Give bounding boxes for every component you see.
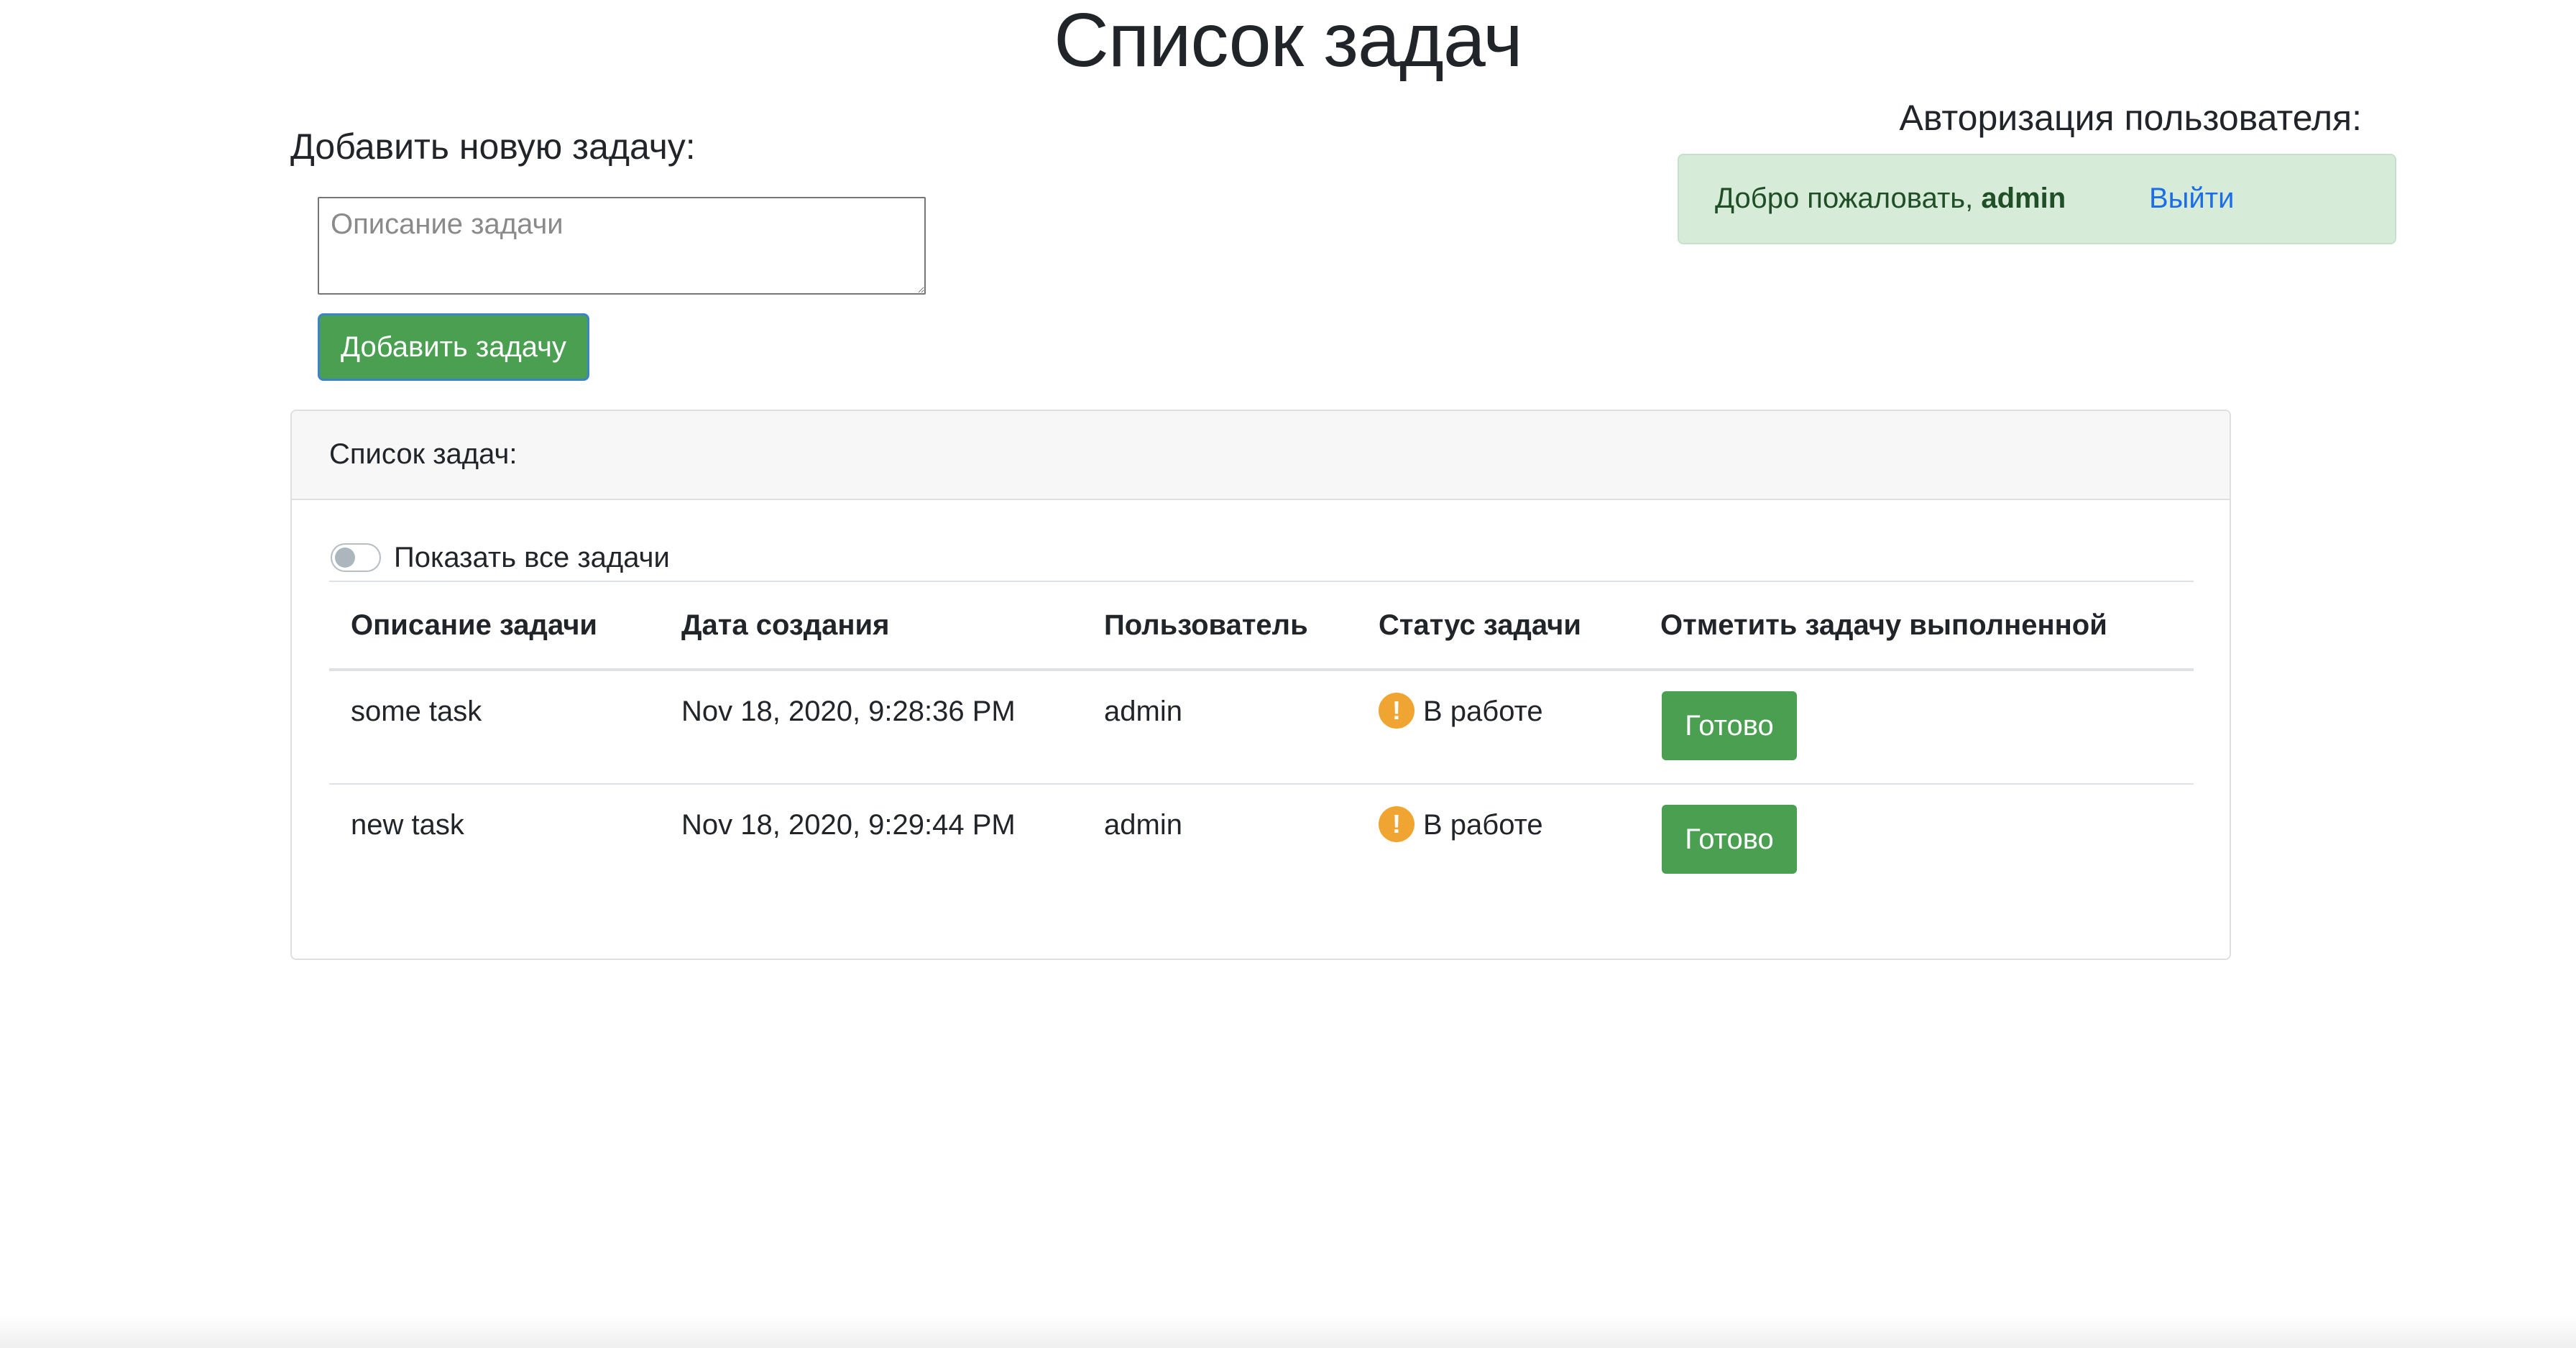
auth-status-alert: Добро пожаловать, admin Выйти	[1678, 154, 2396, 244]
card-header: Список задач:	[292, 411, 2230, 500]
task-user: admin	[1104, 809, 1182, 841]
column-header-description: Описание задачи	[351, 609, 598, 641]
add-task-button[interactable]: Добавить задачу	[318, 313, 589, 381]
show-all-tasks-label: Показать все задачи	[394, 542, 670, 573]
toggle-knob	[335, 548, 355, 568]
column-header-action: Отметить задачу выполненной	[1660, 609, 2107, 641]
task-status: В работе	[1423, 696, 1543, 727]
column-header-user: Пользователь	[1104, 609, 1308, 641]
task-list-card: Список задач: Показать все задачи Описан…	[290, 410, 2231, 960]
task-description: new task	[351, 809, 464, 841]
table-row-divider	[329, 783, 2194, 785]
welcome-prefix: Добро пожаловать,	[1715, 183, 1974, 214]
column-header-created: Дата создания	[681, 609, 890, 641]
task-created-date: Nov 18, 2020, 9:29:44 PM	[681, 809, 1016, 841]
auth-heading: Авторизация пользователя:	[1899, 98, 2362, 138]
table-top-divider	[329, 581, 2194, 582]
mark-done-button[interactable]: Готово	[1662, 691, 1797, 760]
logout-link[interactable]: Выйти	[2149, 178, 2234, 218]
add-task-heading: Добавить новую задачу:	[290, 126, 696, 167]
welcome-message: Добро пожаловать, admin	[1715, 178, 2066, 218]
task-description-input[interactable]	[318, 197, 926, 295]
column-header-status: Статус задачи	[1379, 609, 1581, 641]
mark-done-button[interactable]: Готово	[1662, 805, 1797, 874]
table-header-divider	[329, 668, 2194, 671]
exclamation-circle-icon: !	[1379, 806, 1414, 842]
task-status: В работе	[1423, 809, 1543, 841]
show-all-tasks-toggle[interactable]	[331, 543, 381, 572]
task-description: some task	[351, 696, 482, 727]
window-bottom-shadow	[0, 1315, 2576, 1348]
task-user: admin	[1104, 696, 1182, 727]
todo-page: Список задач Добавить новую задачу: Доба…	[0, 0, 2576, 1348]
task-created-date: Nov 18, 2020, 9:28:36 PM	[681, 696, 1016, 727]
card-header-label: Список задач:	[329, 438, 518, 470]
exclamation-circle-icon: !	[1379, 693, 1414, 729]
page-title: Список задач	[1054, 0, 1522, 83]
current-username: admin	[1981, 183, 2066, 214]
